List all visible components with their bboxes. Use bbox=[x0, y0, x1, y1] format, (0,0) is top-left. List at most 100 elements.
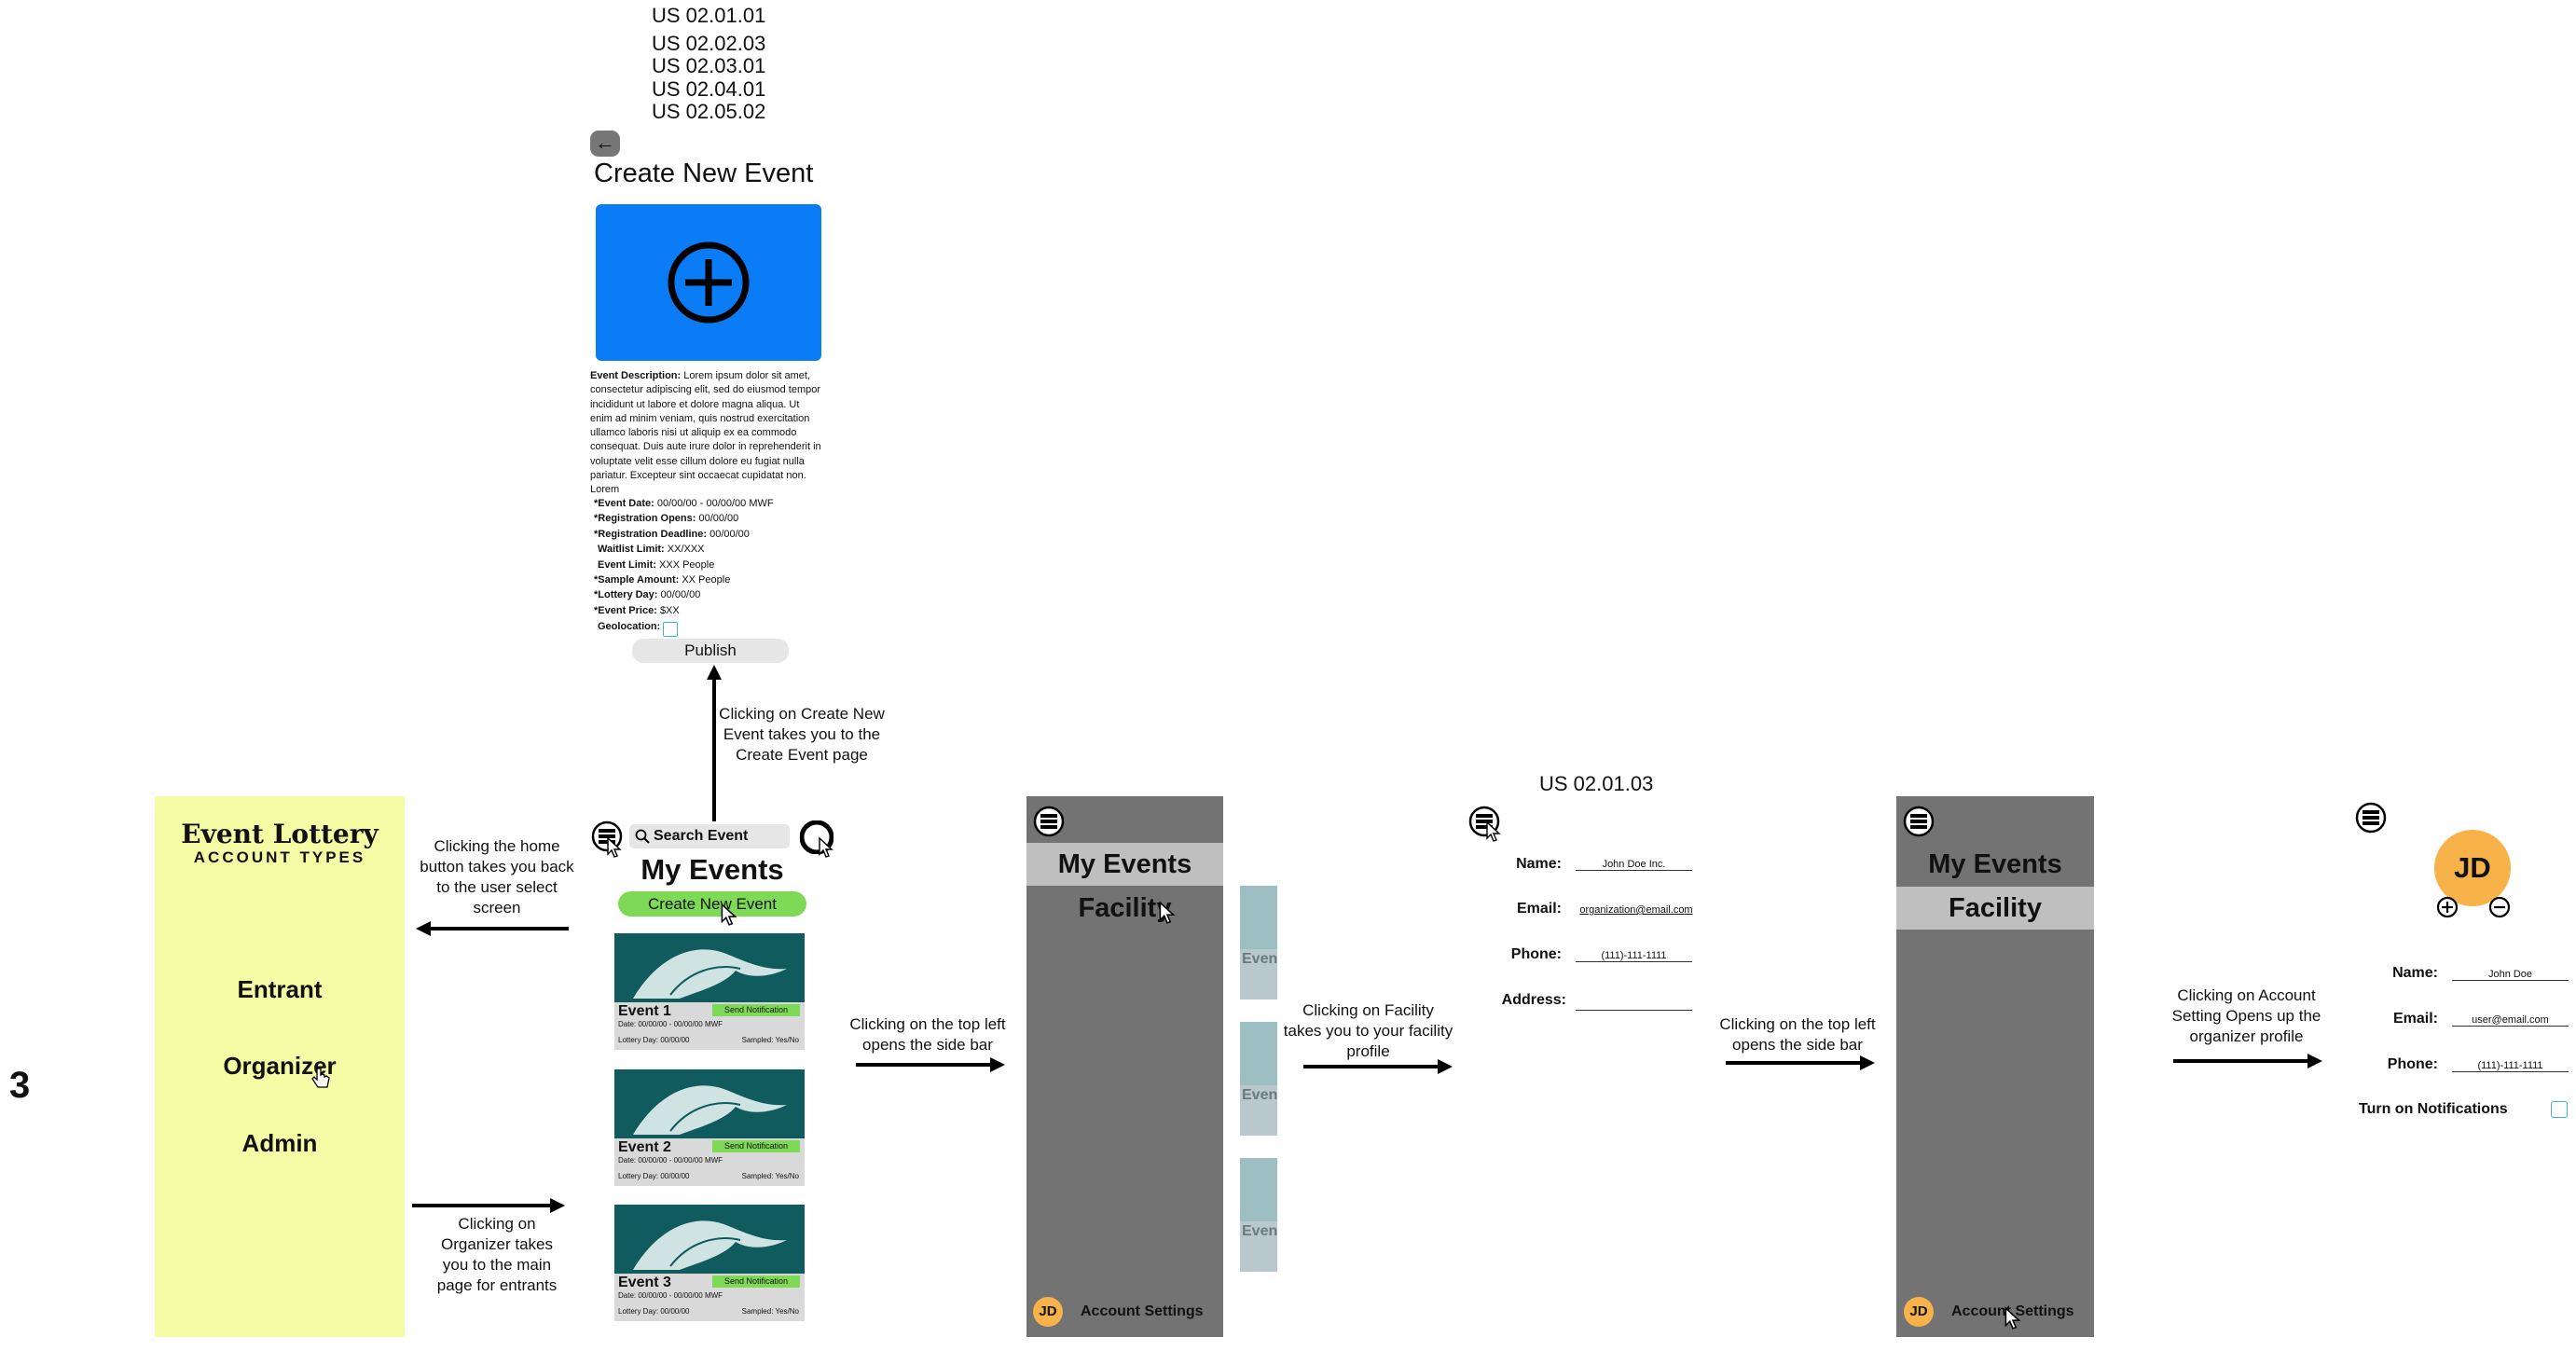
event-card-partial: Even bbox=[1240, 1022, 1277, 1136]
annotation-home: Clicking the home button takes you back … bbox=[420, 837, 574, 917]
name-field[interactable]: John Doe bbox=[2452, 969, 2569, 981]
event-name: Event 1 bbox=[618, 1003, 671, 1019]
search-icon bbox=[635, 829, 650, 844]
email-field[interactable]: user@email.com bbox=[2452, 1014, 2569, 1027]
side-item-my-events[interactable]: My Events bbox=[1026, 843, 1223, 886]
event-card[interactable]: Event 1 Send Notification Date: 00/00/00… bbox=[614, 933, 805, 1050]
notifications-checkbox[interactable] bbox=[2551, 1101, 2568, 1118]
search-bar[interactable]: Search Event bbox=[629, 824, 790, 848]
event-date: Date: 00/00/00 - 00/00/00 MWF bbox=[618, 1020, 723, 1028]
email-field[interactable]: organization@email.com bbox=[1576, 904, 1697, 916]
event-description: Event Description: Lorem ipsum dolor sit… bbox=[590, 370, 821, 496]
field-label: Name: bbox=[2392, 965, 2438, 981]
user-story: US 02.01.01 bbox=[652, 4, 766, 27]
field-label: Email: bbox=[2392, 1011, 2438, 1027]
app-subtitle: ACCOUNT TYPES bbox=[193, 848, 366, 866]
arrow-right bbox=[1303, 1059, 1453, 1074]
arrow-right bbox=[856, 1057, 1005, 1072]
side-bar: My Events Facility JD Account Settings bbox=[1026, 796, 1223, 1337]
add-photo-icon[interactable] bbox=[2436, 896, 2459, 918]
event-card[interactable]: Event 2 Send Notification Date: 00/00/00… bbox=[614, 1069, 805, 1186]
send-notification-button[interactable]: Send Notification bbox=[712, 1004, 800, 1016]
send-notification-button[interactable]: Send Notification bbox=[712, 1140, 800, 1152]
event-card[interactable]: Event 3 Send Notification Date: 00/00/00… bbox=[614, 1205, 805, 1321]
event-name: Event 3 bbox=[618, 1275, 671, 1290]
field-label: Address: bbox=[1501, 992, 1566, 1008]
event-field[interactable]: *Lottery Day: 00/00/00 bbox=[594, 587, 700, 602]
field-label: Name: bbox=[1516, 856, 1562, 872]
user-story: US 02.03.01 bbox=[652, 54, 766, 77]
event-image-upload[interactable] bbox=[596, 204, 821, 361]
sampled-status: Sampled: Yes/No bbox=[741, 1172, 799, 1180]
phone-field[interactable]: (111)-111-1111 bbox=[2452, 1060, 2569, 1072]
side-item-my-events[interactable]: My Events bbox=[1896, 843, 2094, 886]
send-notification-button[interactable]: Send Notification bbox=[712, 1275, 800, 1288]
back-button[interactable]: ← bbox=[590, 131, 620, 157]
event-field[interactable]: *Event Date: 00/00/00 - 00/00/00 MWF bbox=[594, 496, 774, 511]
event-field[interactable]: *Registration Deadline: 00/00/00 bbox=[594, 527, 750, 542]
event-field: Geolocation: bbox=[598, 621, 661, 632]
menu-icon bbox=[1903, 806, 1935, 837]
pointer-cursor-icon bbox=[2004, 1306, 2021, 1330]
wave-image bbox=[614, 1069, 805, 1138]
field-label: Phone: bbox=[2387, 1056, 2438, 1072]
publish-button[interactable]: Publish bbox=[632, 639, 789, 663]
geolocation-checkbox[interactable] bbox=[663, 622, 678, 637]
lottery-day: Lottery Day: 00/00/00 bbox=[618, 1172, 690, 1180]
sampled-status: Sampled: Yes/No bbox=[741, 1307, 799, 1316]
create-new-event-button[interactable]: Create New Event bbox=[618, 891, 806, 917]
arrow-left bbox=[416, 921, 569, 936]
lottery-day: Lottery Day: 00/00/00 bbox=[618, 1036, 690, 1044]
phone-field[interactable]: (111)-111-1111 bbox=[1576, 950, 1692, 962]
back-arrow-icon: ← bbox=[595, 131, 615, 154]
annotation-account-setting: Clicking on Account Setting Opens up the… bbox=[2171, 986, 2321, 1045]
add-circle-icon bbox=[668, 241, 750, 324]
option-entrant[interactable]: Entrant bbox=[155, 975, 405, 1004]
avatar[interactable]: JD bbox=[1033, 1297, 1063, 1327]
user-story: US 02.02.03 bbox=[652, 32, 766, 55]
field-label: Phone: bbox=[1510, 946, 1562, 962]
sampled-status: Sampled: Yes/No bbox=[741, 1036, 799, 1044]
notifications-label: Turn on Notifications bbox=[2359, 1101, 2508, 1117]
user-story: US 02.05.02 bbox=[652, 100, 766, 123]
event-date: Date: 00/00/00 - 00/00/00 MWF bbox=[618, 1156, 723, 1165]
event-field[interactable]: *Sample Amount: XX People bbox=[594, 572, 730, 587]
remove-photo-icon[interactable] bbox=[2488, 896, 2511, 918]
wave-image bbox=[614, 1205, 805, 1274]
event-field[interactable]: *Registration Opens: 00/00/00 bbox=[594, 511, 738, 526]
profile-avatar[interactable]: JD bbox=[2434, 830, 2511, 906]
option-organizer[interactable]: Organizer bbox=[155, 1052, 405, 1081]
pointer-cursor-icon bbox=[1486, 820, 1501, 842]
option-admin[interactable]: Admin bbox=[155, 1129, 405, 1158]
menu-button[interactable] bbox=[1033, 806, 1065, 837]
section-number: 3 bbox=[9, 1065, 31, 1106]
address-field[interactable] bbox=[1576, 998, 1692, 1011]
menu-button[interactable] bbox=[2355, 802, 2387, 834]
menu-icon bbox=[1033, 806, 1065, 837]
arrow-right bbox=[2173, 1054, 2322, 1068]
event-field[interactable]: Waitlist Limit: XX/XXX bbox=[598, 542, 705, 557]
side-item-facility[interactable]: Facility bbox=[1896, 887, 2094, 930]
wave-image bbox=[614, 933, 805, 1002]
arrow-right bbox=[412, 1198, 565, 1213]
annotation-organizer: Clicking on Organizer takes you to the m… bbox=[436, 1215, 558, 1294]
event-field[interactable]: *Event Price: $XX bbox=[594, 603, 680, 618]
annotation-side-bar-1: Clicking on the top left opens the side … bbox=[849, 1015, 1006, 1054]
menu-button[interactable] bbox=[1903, 806, 1935, 837]
pointer-cursor-icon bbox=[721, 903, 737, 926]
user-story-facility: US 02.01.03 bbox=[1539, 772, 1654, 795]
name-field[interactable]: John Doe Inc. bbox=[1576, 859, 1692, 871]
annotation-facility: Clicking on Facility takes you to your f… bbox=[1283, 1001, 1453, 1060]
event-card-partial: Even bbox=[1240, 886, 1277, 999]
annotation-side-bar-2: Clicking on the top left opens the side … bbox=[1719, 1015, 1876, 1054]
event-field[interactable]: Event Limit: XXX People bbox=[598, 558, 714, 572]
side-item-facility[interactable]: Facility bbox=[1026, 887, 1223, 930]
event-card-partial: Even bbox=[1240, 1158, 1277, 1272]
lottery-day: Lottery Day: 00/00/00 bbox=[618, 1307, 690, 1316]
user-story: US 02.04.01 bbox=[652, 77, 766, 101]
account-settings-link[interactable]: Account Settings bbox=[1081, 1303, 1204, 1320]
event-date: Date: 00/00/00 - 00/00/00 MWF bbox=[618, 1291, 723, 1300]
avatar[interactable]: JD bbox=[1904, 1297, 1934, 1327]
app-title: Event Lottery bbox=[181, 819, 379, 849]
arrow-right bbox=[1726, 1055, 1875, 1070]
